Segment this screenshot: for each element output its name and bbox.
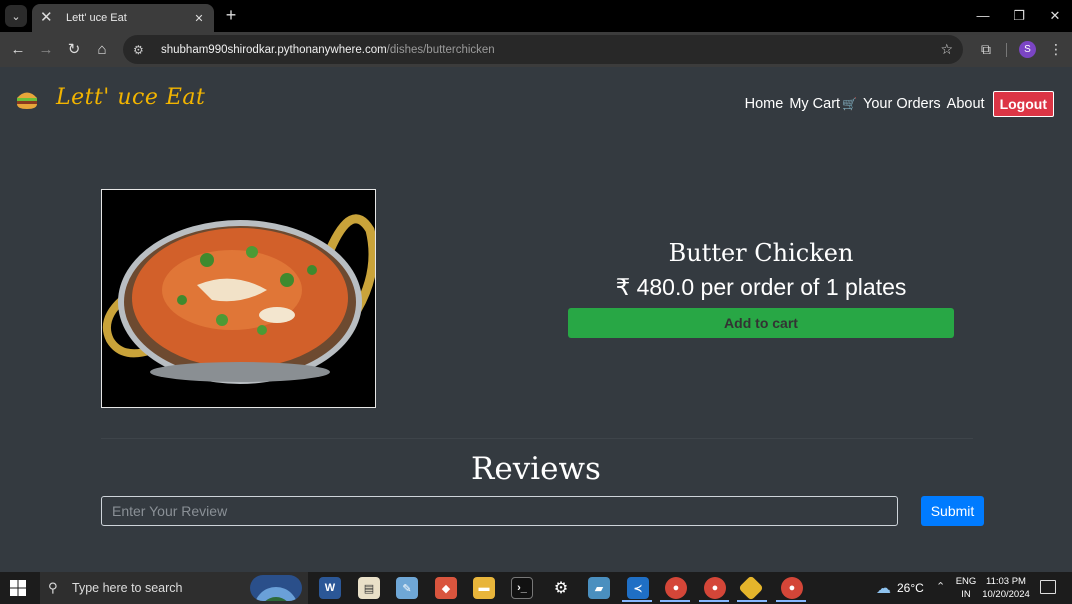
home-icon[interactable]: ⌂: [91, 39, 113, 61]
extensions-icon[interactable]: ⧉: [976, 39, 996, 59]
back-icon[interactable]: ←: [7, 39, 29, 61]
weather-cloud-icon: ☁: [876, 580, 891, 597]
chrome-icon[interactable]: ●: [781, 577, 803, 599]
terminal-icon[interactable]: ›_: [511, 577, 533, 599]
new-tab-button[interactable]: +: [221, 5, 241, 25]
language-code: ENG: [955, 576, 977, 587]
clock-date: 10/20/2024: [982, 589, 1030, 600]
logout-button[interactable]: Logout: [992, 91, 1054, 117]
nav-cart-label: My Cart: [789, 96, 841, 112]
notifications-icon[interactable]: [1040, 580, 1056, 594]
reload-icon[interactable]: ↻: [63, 39, 85, 61]
burger-logo-icon[interactable]: [15, 87, 39, 111]
close-window-icon[interactable]: ✕: [1043, 6, 1067, 26]
forward-icon[interactable]: →: [35, 39, 57, 61]
weather-widget[interactable]: ☁ 26°C: [876, 579, 924, 597]
submit-review-button[interactable]: Submit: [921, 496, 984, 526]
bookmark-star-icon[interactable]: ☆: [940, 41, 953, 58]
tab-title: Lett' uce Eat: [66, 12, 127, 24]
toolbar-divider: [1006, 43, 1007, 57]
taskbar: ⚲ Type here to search W ▤ ✎ ◆ ▬ ›_ ⚙ ▰ ≺…: [0, 572, 1072, 604]
settings-icon[interactable]: ⚙: [550, 577, 572, 599]
browser-toolbar: ← → ↻ ⌂ ⚙ shubham990shirodkar.pythonanyw…: [0, 32, 1072, 67]
word-icon[interactable]: W: [319, 577, 341, 599]
language-indicator[interactable]: ENG IN: [953, 575, 979, 601]
tray-chevron-up-icon[interactable]: ⌃: [936, 580, 945, 593]
address-bar[interactable]: ⚙ shubham990shirodkar.pythonanywhere.com…: [123, 35, 963, 64]
git-icon[interactable]: [738, 575, 764, 601]
paint-icon[interactable]: ✎: [396, 577, 418, 599]
active-app-indicator: [776, 600, 806, 602]
browser-tab-strip: ⌄ ✕ Lett' uce Eat ✕ + — ❐ ✕: [0, 0, 1072, 32]
active-app-indicator: [660, 600, 690, 602]
site-navbar: Lett' uce Eat Home My Cart 🛒 Your Orders …: [0, 67, 1072, 135]
nav-orders-link[interactable]: Your Orders: [863, 96, 941, 112]
url-host: shubham990shirodkar.pythonanywhere.com: [161, 43, 387, 56]
section-divider: [101, 438, 973, 439]
chrome-icon[interactable]: ●: [704, 577, 726, 599]
paint3d-icon[interactable]: ◆: [435, 577, 457, 599]
language-region: IN: [961, 589, 971, 600]
nav-links: Home My Cart 🛒 Your Orders About Logout: [739, 91, 1054, 117]
restore-icon[interactable]: ❐: [1007, 6, 1031, 26]
profile-avatar[interactable]: S: [1019, 41, 1036, 58]
taskbar-search[interactable]: ⚲ Type here to search: [40, 572, 308, 604]
chrome-icon[interactable]: ●: [665, 577, 687, 599]
file-explorer-doc-icon[interactable]: ▤: [358, 577, 380, 599]
clock-time: 11:03 PM: [986, 576, 1026, 587]
active-app-indicator: [737, 600, 767, 602]
favicon-icon: ✕: [40, 9, 53, 26]
nav-about-link[interactable]: About: [947, 96, 985, 112]
tab-search-icon[interactable]: ⌄: [5, 5, 27, 27]
vscode-icon[interactable]: ≺: [627, 577, 649, 599]
web-page: Lett' uce Eat Home My Cart 🛒 Your Orders …: [0, 67, 1072, 572]
nav-home-link[interactable]: Home: [745, 96, 784, 112]
site-info-icon[interactable]: ⚙: [133, 43, 151, 57]
nav-cart-link[interactable]: My Cart 🛒: [789, 96, 857, 112]
url-text[interactable]: shubham990shirodkar.pythonanywhere.com/d…: [161, 44, 940, 56]
review-input[interactable]: [101, 496, 898, 526]
dish-price: ₹ 480.0 per order of 1 plates: [615, 274, 907, 300]
folder-icon[interactable]: ▬: [473, 577, 495, 599]
reviews-heading: Reviews: [471, 451, 601, 487]
taskbar-search-placeholder: Type here to search: [72, 581, 183, 595]
windows-start-icon[interactable]: [10, 580, 26, 596]
active-app-indicator: [622, 600, 652, 602]
brand-name[interactable]: Lett' uce Eat: [56, 85, 205, 110]
search-highlight-icon: [250, 575, 302, 601]
active-app-indicator: [699, 600, 729, 602]
add-to-cart-button[interactable]: Add to cart: [568, 308, 954, 338]
dish-name: Butter Chicken: [668, 239, 854, 267]
browser-tab[interactable]: ✕ Lett' uce Eat ✕: [32, 4, 214, 32]
url-path: /dishes/butterchicken: [386, 43, 495, 56]
clock[interactable]: 11:03 PM 10/20/2024: [982, 575, 1030, 601]
tab-close-icon[interactable]: ✕: [192, 12, 206, 25]
minimize-icon[interactable]: —: [971, 6, 995, 26]
search-icon: ⚲: [48, 580, 58, 595]
weather-temperature: 26°C: [897, 581, 924, 595]
cart-icon: 🛒: [842, 97, 858, 111]
notes-icon[interactable]: ▰: [588, 577, 610, 599]
dish-image: [101, 189, 378, 408]
menu-icon[interactable]: ⋮: [1047, 39, 1065, 59]
